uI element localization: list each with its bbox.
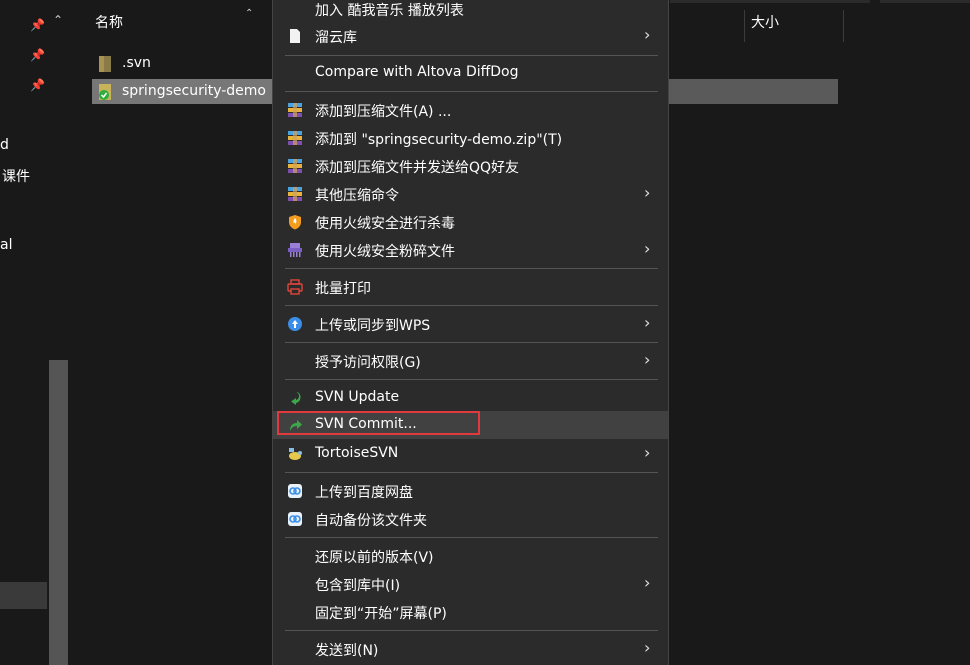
menu-item-label: 还原以前的版本(V): [315, 550, 434, 566]
menu-item-label: 上传到百度网盘: [315, 485, 413, 501]
menu-item-label: 固定到“开始”屏幕(P): [315, 606, 447, 622]
pin-icon: 📌: [30, 78, 45, 92]
menu-separator: [285, 630, 658, 631]
tortoise-icon: [289, 448, 302, 460]
header-strip: [880, 0, 970, 3]
menu-item-add-archive[interactable]: 添加到压缩文件(A) ...: [273, 96, 668, 124]
chevron-up-icon[interactable]: ⌃: [53, 13, 63, 27]
submenu-arrow-icon: ›: [644, 443, 651, 462]
file-row-selected[interactable]: springsecurity-demo: [92, 80, 272, 104]
menu-item-huorong-scan[interactable]: 使用火绒安全进行杀毒: [273, 208, 668, 236]
menu-separator: [285, 305, 658, 306]
menu-item-label: 溜云库: [315, 30, 357, 46]
menu-item-label: 添加到压缩文件(A) ...: [315, 104, 452, 120]
menu-item-label: 自动备份该文件夹: [315, 513, 427, 529]
file-row[interactable]: .svn: [92, 52, 272, 76]
printer-icon: [287, 279, 303, 295]
menu-item-label: TortoiseSVN: [315, 445, 399, 461]
submenu-arrow-icon: ›: [644, 25, 651, 44]
nav-item[interactable]: d: [0, 137, 9, 153]
menu-separator: [285, 268, 658, 269]
menu-item-tortoisesvn[interactable]: TortoiseSVN ›: [273, 440, 668, 468]
menu-separator: [285, 55, 658, 56]
file-name: .svn: [122, 55, 151, 71]
navigation-pane: ⌃ 📌 📌 📌 d 课件 al: [0, 0, 70, 665]
pin-icon: 📌: [30, 18, 45, 32]
menu-item-label: 发送到(N): [315, 643, 379, 659]
menu-item-pin-start[interactable]: 固定到“开始”屏幕(P): [273, 598, 668, 626]
baidu-cloud-icon: [288, 512, 302, 526]
svn-folder-icon: [99, 84, 111, 100]
menu-item-add-send-qq[interactable]: 添加到压缩文件并发送给QQ好友: [273, 152, 668, 180]
menu-item-batch-print[interactable]: 批量打印: [273, 273, 668, 301]
menu-item-wps-upload[interactable]: 上传或同步到WPS ›: [273, 310, 668, 338]
menu-item-diffdog[interactable]: Compare with Altova DiffDog: [273, 59, 668, 87]
menu-separator: [285, 472, 658, 473]
column-divider[interactable]: [843, 10, 844, 42]
column-divider[interactable]: [744, 10, 745, 42]
menu-item-label: SVN Update: [315, 389, 400, 405]
sort-up-icon: ⌃: [245, 8, 254, 19]
menu-item-label: 授予访问权限(G): [315, 355, 421, 371]
nav-item[interactable]: al: [0, 237, 12, 253]
folder-icon: [99, 56, 111, 72]
menu-item-label: 使用火绒安全粉碎文件: [315, 244, 455, 260]
shredder-icon: [288, 243, 302, 257]
column-header-size[interactable]: 大小: [751, 12, 779, 32]
menu-item-label: 其他压缩命令: [315, 188, 399, 204]
menu-item-grant-access[interactable]: 授予访问权限(G) ›: [273, 347, 668, 375]
menu-item-other-compress[interactable]: 其他压缩命令 ›: [273, 180, 668, 208]
menu-item-label: 使用火绒安全进行杀毒: [315, 216, 455, 232]
menu-item-label: 添加到 "springsecurity-demo.zip"(T): [315, 132, 563, 148]
menu-item-baidu-upload[interactable]: 上传到百度网盘: [273, 477, 668, 505]
baidu-cloud-icon: [288, 484, 302, 498]
menu-item-label: Compare with Altova DiffDog: [315, 64, 519, 80]
menu-separator: [285, 342, 658, 343]
header-strip: [670, 0, 870, 3]
nav-item[interactable]: 课件: [2, 166, 30, 186]
highlight-annotation: [277, 411, 480, 435]
winrar-icon: [288, 103, 302, 117]
menu-item-send-to[interactable]: 发送到(N) ›: [273, 635, 668, 663]
nav-scrollbar[interactable]: [49, 360, 68, 665]
cloud-upload-icon: [288, 317, 302, 331]
menu-item-label: 上传或同步到WPS: [315, 318, 431, 334]
winrar-icon: [288, 159, 302, 173]
submenu-arrow-icon: ›: [644, 638, 651, 657]
menu-item-liuyunku[interactable]: 溜云库 ›: [273, 22, 668, 50]
svn-update-icon: [291, 392, 301, 405]
file-name: springsecurity-demo: [122, 83, 266, 99]
winrar-icon: [288, 131, 302, 145]
document-icon: [290, 29, 300, 43]
submenu-arrow-icon: ›: [644, 239, 651, 258]
submenu-arrow-icon: ›: [644, 183, 651, 202]
menu-separator: [285, 379, 658, 380]
submenu-arrow-icon: ›: [644, 350, 651, 369]
menu-separator: [285, 537, 658, 538]
menu-item-huorong-shred[interactable]: 使用火绒安全粉碎文件 ›: [273, 236, 668, 264]
menu-item-svn-commit[interactable]: SVN Commit...: [273, 411, 668, 439]
menu-item-include-library[interactable]: 包含到库中(I) ›: [273, 570, 668, 598]
menu-item-auto-backup[interactable]: 自动备份该文件夹: [273, 505, 668, 533]
menu-item-svn-update[interactable]: SVN Update: [273, 384, 668, 412]
menu-item-restore-previous[interactable]: 还原以前的版本(V): [273, 542, 668, 570]
huorong-shield-icon: [289, 215, 301, 230]
submenu-arrow-icon: ›: [644, 573, 651, 592]
menu-item-label: 包含到库中(I): [315, 578, 401, 594]
submenu-arrow-icon: ›: [644, 313, 651, 332]
nav-selected-item[interactable]: [0, 582, 47, 609]
column-header-name[interactable]: 名称: [95, 12, 123, 32]
pin-icon: 📌: [30, 48, 45, 62]
menu-item-kuwo[interactable]: 加入 酷我音乐 播放列表: [273, 0, 668, 23]
menu-item-label: 加入 酷我音乐 播放列表: [315, 3, 464, 19]
menu-item-label: 添加到压缩文件并发送给QQ好友: [315, 160, 520, 176]
menu-item-add-zip[interactable]: 添加到 "springsecurity-demo.zip"(T): [273, 124, 668, 152]
menu-separator: [285, 91, 658, 92]
menu-item-label: 批量打印: [315, 281, 371, 297]
context-menu: 加入 酷我音乐 播放列表 溜云库 › Compare with Altova D…: [272, 0, 669, 665]
winrar-icon: [288, 187, 302, 201]
